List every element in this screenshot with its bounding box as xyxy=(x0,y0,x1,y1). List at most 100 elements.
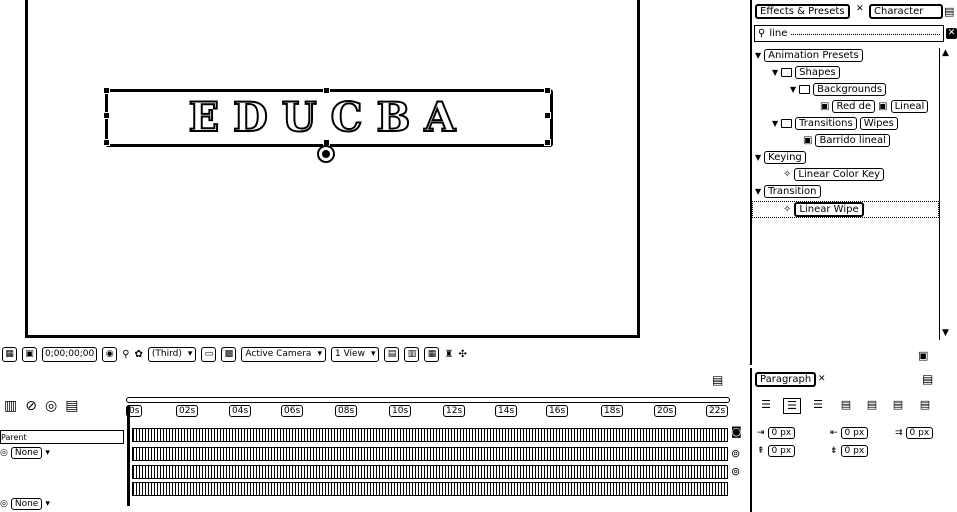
layer-switch-icon[interactable]: ⊚ xyxy=(731,465,740,478)
camera-label: Active Camera xyxy=(245,349,312,359)
indent-value[interactable]: 0 px xyxy=(905,427,934,439)
expand-triangle-icon[interactable]: ▼ xyxy=(755,153,761,162)
close-icon[interactable]: ✕ xyxy=(856,4,864,14)
transform-handle[interactable] xyxy=(544,112,551,119)
playhead[interactable] xyxy=(127,406,130,506)
toggle-pixel-aspect-icon[interactable]: ▤ xyxy=(384,346,400,362)
ruler-tick: 16s xyxy=(546,405,569,417)
camera-icon[interactable]: ◉ xyxy=(102,346,118,362)
space-before-field[interactable]: ⇞ 0 px xyxy=(757,445,796,457)
transform-handle[interactable] xyxy=(103,112,110,119)
frame-blending-icon[interactable]: ▤ xyxy=(65,398,78,414)
tree-category-animation-presets[interactable]: ▼ Animation Presets xyxy=(755,48,863,62)
tree-label: Linear Color Key xyxy=(794,167,885,181)
view-layout-dropdown[interactable]: 1 View ▾ xyxy=(330,346,380,362)
work-area-bar[interactable] xyxy=(126,397,730,403)
motion-blur-icon[interactable]: ⊘ xyxy=(25,398,37,414)
layer-track-bar[interactable] xyxy=(132,465,728,479)
align-center-icon[interactable]: ☰ xyxy=(783,398,801,414)
tab-effects-presets[interactable]: Effects & Presets xyxy=(755,4,850,19)
tree-effect-linear-wipe[interactable]: ✧ Linear Wipe xyxy=(752,201,939,218)
anchor-point-icon[interactable] xyxy=(317,145,335,163)
justify-left-icon[interactable]: ▤ xyxy=(838,398,854,412)
tab-character[interactable]: Character xyxy=(869,4,943,19)
panel-menu-icon[interactable]: ▤ xyxy=(922,372,933,386)
tree-effect-linear-color-key[interactable]: ✧ Linear Color Key xyxy=(783,167,885,181)
panel-menu-icon[interactable]: ▤ xyxy=(944,5,954,18)
tree-folder-backgrounds[interactable]: ▼ Backgrounds xyxy=(790,82,887,96)
tree-category-keying[interactable]: ▼ Keying xyxy=(755,150,806,164)
layer-switch-icon[interactable]: ⊚ xyxy=(731,447,740,460)
effects-search-input[interactable]: ⚲ line xyxy=(754,25,944,42)
effects-scrollbar[interactable]: ▲ ▼ xyxy=(939,48,954,340)
layer-track-bar[interactable] xyxy=(132,482,728,496)
expand-triangle-icon[interactable]: ▼ xyxy=(755,51,761,60)
justify-all-icon[interactable]: ▤ xyxy=(917,398,933,412)
time-ruler[interactable]: 0s 02s 04s 06s 08s 10s 12s 14s 16s 18s 2… xyxy=(126,395,730,421)
color-channels-icon[interactable]: ✿ xyxy=(135,349,143,360)
timeline-icon[interactable]: ▦ xyxy=(424,346,440,362)
panel-menu-icon[interactable]: ▤ xyxy=(712,373,723,387)
transform-handle[interactable] xyxy=(323,87,330,94)
tree-folder-transitions-wipes[interactable]: ▼ Transitions Wipes xyxy=(772,116,898,130)
expand-triangle-icon[interactable]: ▼ xyxy=(790,85,796,94)
space-after-field[interactable]: ⇟ 0 px xyxy=(830,445,869,457)
tree-folder-shapes[interactable]: ▼ Shapes xyxy=(772,65,840,79)
snapshot-icon[interactable]: ▣ xyxy=(22,346,37,362)
tree-preset-red-de-lineal[interactable]: ▣ Red de ▣ Lineal xyxy=(820,99,929,113)
scroll-down-icon[interactable]: ▼ xyxy=(942,328,949,338)
transform-handle[interactable] xyxy=(544,139,551,146)
indent-value[interactable]: 0 px xyxy=(767,427,796,439)
expand-triangle-icon[interactable]: ▼ xyxy=(755,187,761,196)
flowchart-icon[interactable]: ♜ xyxy=(444,349,453,360)
layer-track-bar[interactable] xyxy=(132,428,728,442)
ruler-tick: 12s xyxy=(443,405,466,417)
grid-icon[interactable]: ▦ xyxy=(2,346,17,362)
justify-center-icon[interactable]: ▤ xyxy=(864,398,880,412)
eye-icon[interactable]: ◎ xyxy=(0,499,8,509)
transform-handle[interactable] xyxy=(544,87,551,94)
indent-value[interactable]: 0 px xyxy=(767,445,796,457)
transform-handle[interactable] xyxy=(103,139,110,146)
scroll-up-icon[interactable]: ▲ xyxy=(942,48,949,58)
justify-right-icon[interactable]: ▤ xyxy=(890,398,906,412)
new-folder-icon[interactable]: ▣ xyxy=(918,349,928,362)
layer-row[interactable]: ◎ None ▾ xyxy=(0,498,50,510)
eye-icon[interactable]: ◎ xyxy=(0,448,8,458)
transform-handle[interactable] xyxy=(103,87,110,94)
show-snapshot-icon[interactable]: ⚲ xyxy=(122,349,129,360)
tree-category-transition[interactable]: ▼ Transition xyxy=(755,184,821,198)
indent-right-field[interactable]: ⇤ 0 px xyxy=(830,427,869,439)
effect-icon: ✧ xyxy=(783,168,792,180)
timecode-display[interactable]: 0;00;00;00 xyxy=(42,346,98,362)
layer-row[interactable]: ◎ None ▾ xyxy=(0,447,50,459)
layer-track-bar[interactable] xyxy=(132,447,728,461)
first-line-indent-field[interactable]: ⇉ 0 px xyxy=(895,427,934,439)
parent-dropdown[interactable]: None xyxy=(10,498,43,510)
indent-value[interactable]: 0 px xyxy=(840,445,869,457)
align-right-icon[interactable]: ☰ xyxy=(810,398,826,412)
resolution-dropdown[interactable]: (Third) ▾ xyxy=(147,346,197,362)
fast-preview-icon[interactable]: ▥ xyxy=(404,346,420,362)
folder-icon xyxy=(781,67,793,77)
draft-3d-icon[interactable]: ▥ xyxy=(4,398,17,414)
exposure-icon[interactable]: ✣ xyxy=(458,349,466,360)
expand-triangle-icon[interactable]: ▼ xyxy=(772,68,778,77)
scroll-up-icon[interactable]: ◙ xyxy=(731,425,742,438)
graph-editor-icon[interactable]: ◎ xyxy=(45,398,57,414)
align-left-icon[interactable]: ☰ xyxy=(758,398,774,412)
composition-viewer[interactable]: EDUCBA xyxy=(0,0,748,342)
expand-triangle-icon[interactable]: ▼ xyxy=(772,119,778,128)
transparency-grid-icon[interactable]: ▩ xyxy=(221,346,237,362)
indent-value[interactable]: 0 px xyxy=(840,427,869,439)
tab-paragraph[interactable]: Paragraph xyxy=(755,372,817,387)
region-of-interest-icon[interactable]: ▭ xyxy=(201,346,217,362)
tree-preset-barrido-lineal[interactable]: ▣ Barrido lineal xyxy=(803,133,890,147)
clear-search-icon[interactable]: ✕ xyxy=(946,28,957,39)
indent-left-field[interactable]: ⇥ 0 px xyxy=(757,427,796,439)
tree-label: Transitions xyxy=(795,116,857,130)
composition-frame[interactable] xyxy=(25,0,640,338)
camera-dropdown[interactable]: Active Camera ▾ xyxy=(241,346,326,362)
close-icon[interactable]: ✕ xyxy=(818,374,826,384)
parent-dropdown[interactable]: None xyxy=(10,447,43,459)
